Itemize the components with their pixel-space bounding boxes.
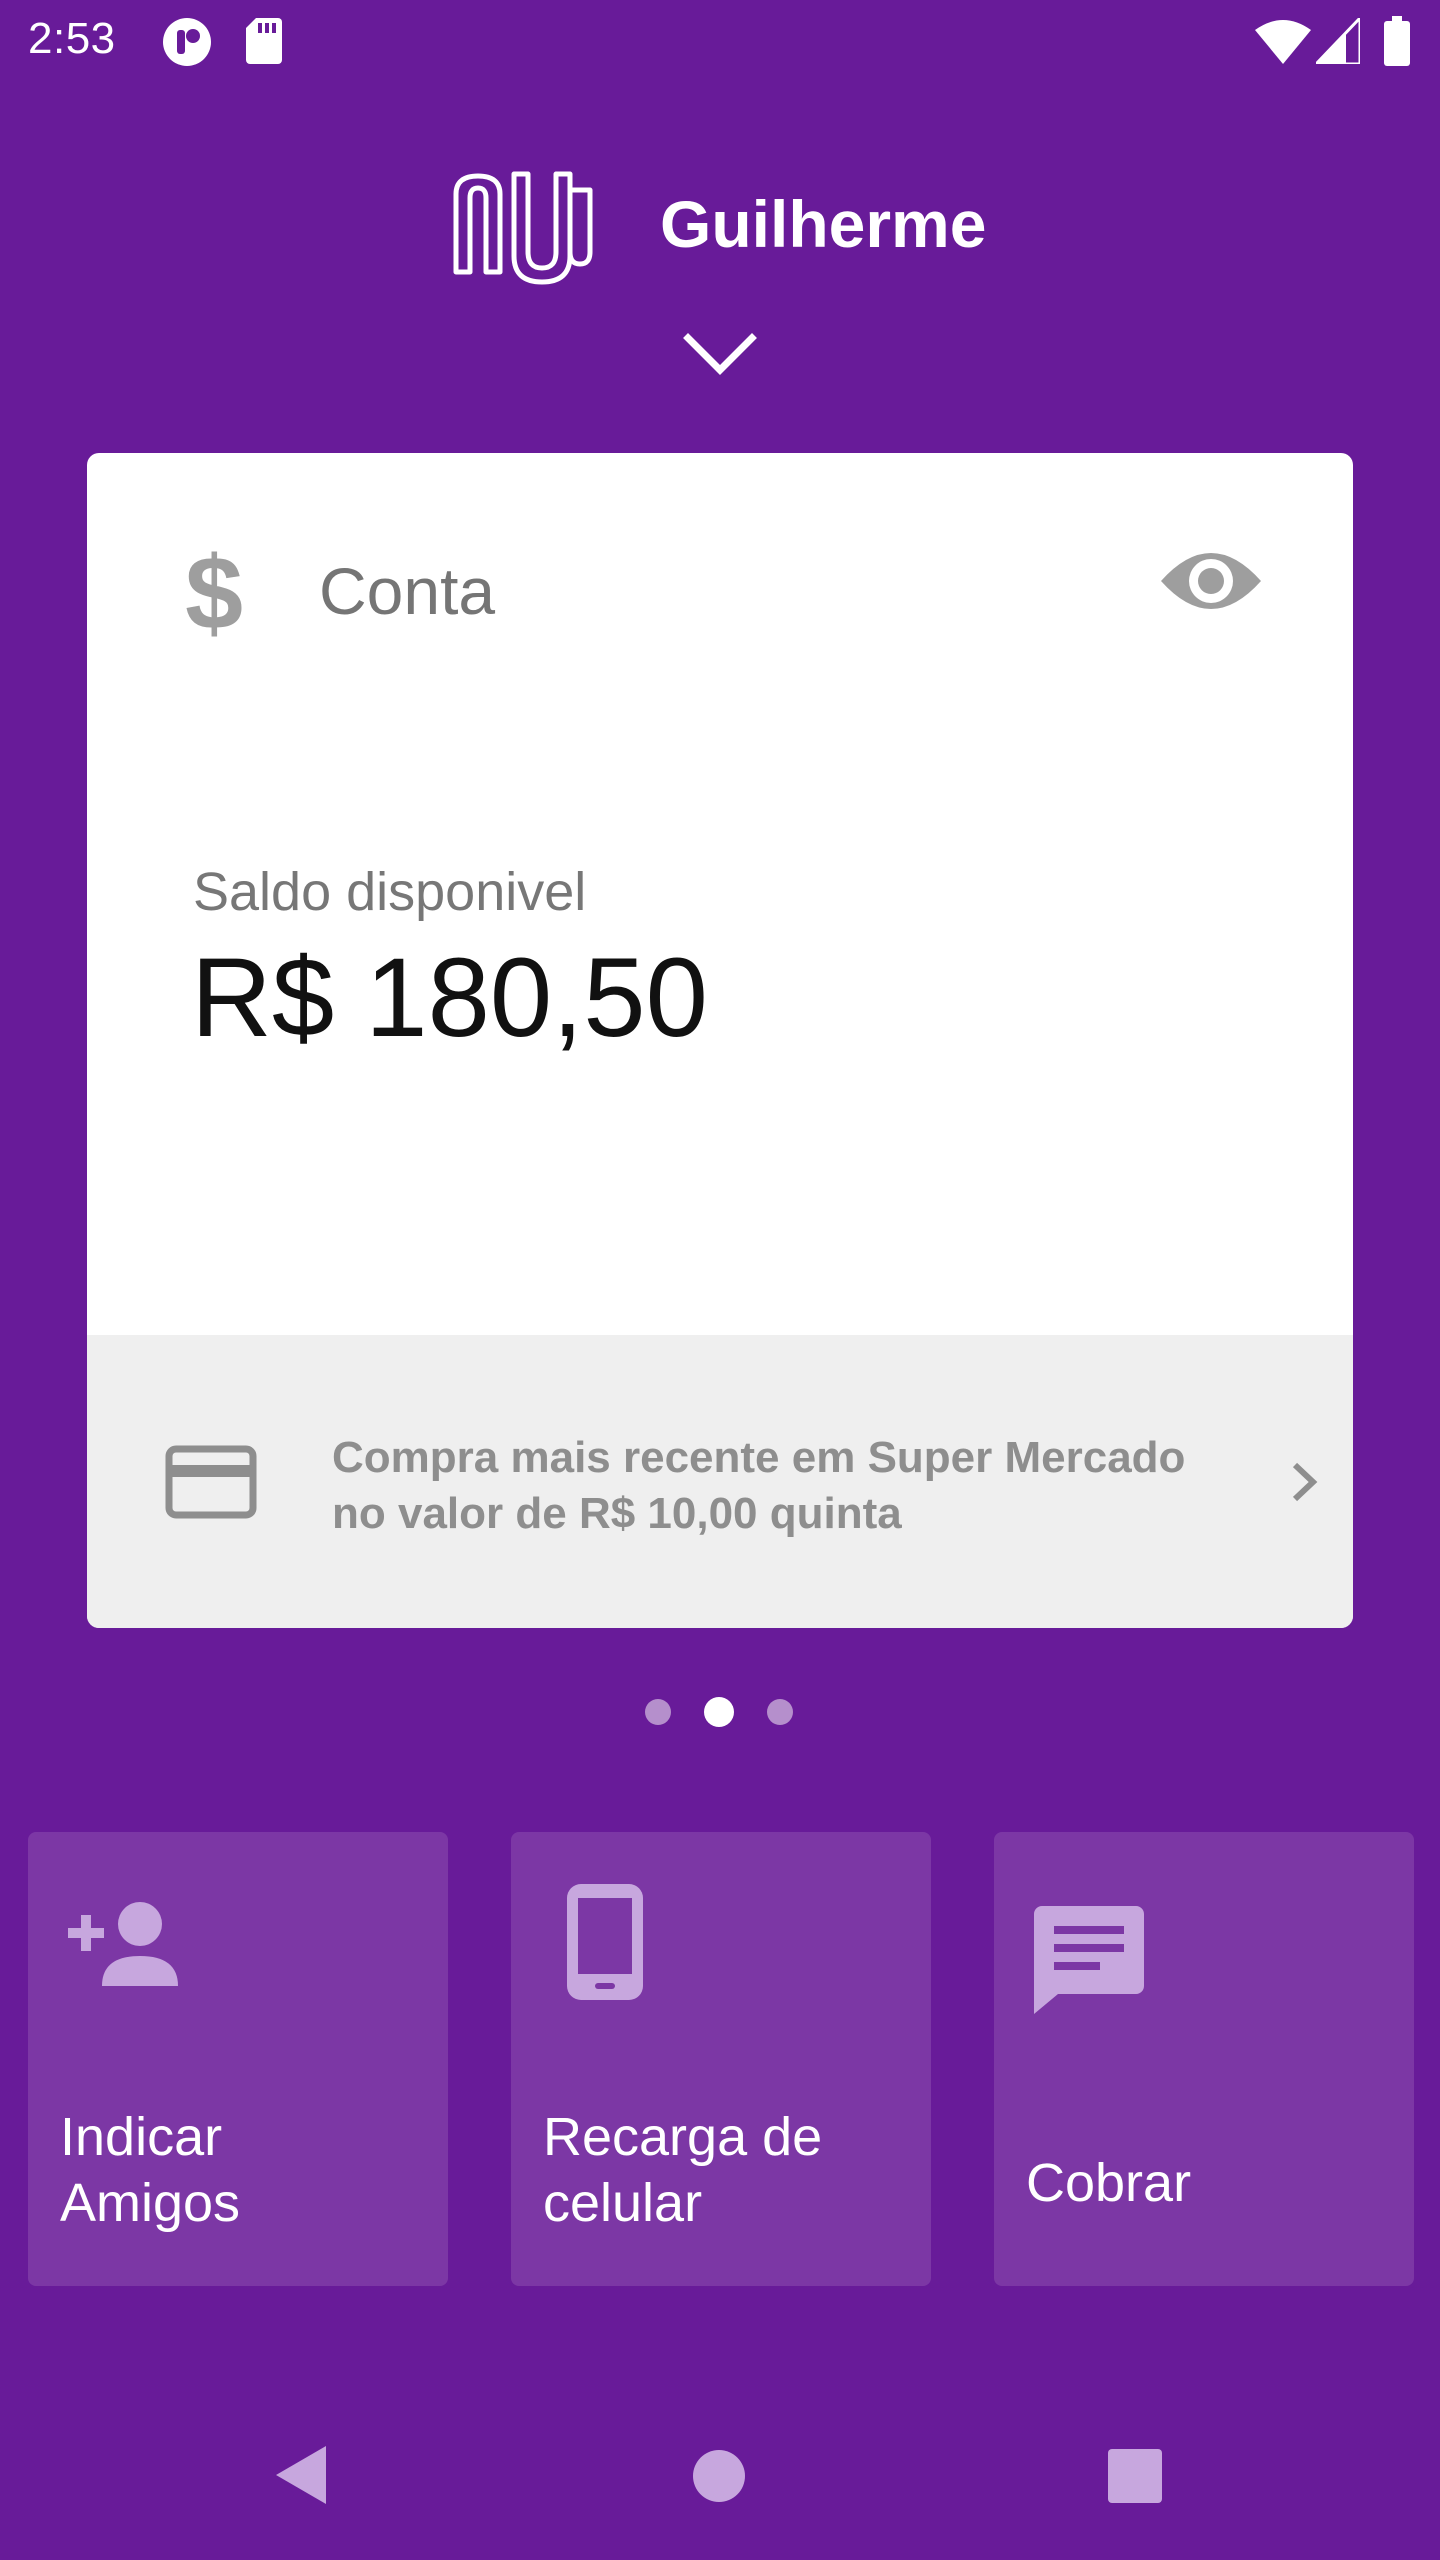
shortcut-label: Cobrar	[1026, 2153, 1192, 2213]
chevron-right-icon[interactable]	[1287, 1455, 1321, 1509]
message-icon	[1034, 1906, 1144, 2014]
header: Guilherme	[0, 150, 1440, 400]
pager-dot[interactable]	[645, 1699, 671, 1725]
shortcut-cobrar[interactable]: Cobrar	[994, 1832, 1414, 2286]
balance-value: R$ 180,50	[191, 935, 708, 1060]
shortcut-label: Indicar Amigos	[60, 2107, 241, 2233]
shortcut-indicar-amigos[interactable]: Indicar Amigos	[28, 1832, 448, 2286]
home-icon[interactable]	[693, 2450, 745, 2502]
user-name[interactable]: Guilherme	[660, 186, 986, 262]
pager-dot[interactable]	[767, 1699, 793, 1725]
sd-card-icon	[246, 18, 282, 64]
account-card[interactable]: $ Conta Saldo disponivel R$ 180,50 Compr…	[87, 453, 1353, 1628]
chevron-down-icon[interactable]	[680, 330, 760, 380]
battery-icon	[1384, 16, 1410, 66]
card-title: Conta	[319, 554, 496, 628]
eye-icon[interactable]	[1159, 541, 1263, 621]
balance-label: Saldo disponivel	[193, 862, 587, 922]
wifi-icon	[1255, 20, 1311, 64]
shortcut-label: Recarga de celular	[543, 2107, 823, 2233]
credit-card-icon	[165, 1445, 257, 1519]
card-body[interactable]: $ Conta Saldo disponivel R$ 180,50	[87, 453, 1353, 1335]
add-person-icon	[68, 1902, 178, 1986]
recent-purchase-line2: no valor de R$ 10,00 quinta	[332, 1489, 902, 1538]
status-time: 2:53	[28, 14, 116, 63]
dollar-icon: $	[185, 543, 243, 643]
back-icon[interactable]	[272, 2444, 332, 2506]
status-bar: 2:53	[0, 0, 1440, 84]
recent-purchase-text: Compra mais recente em Super Mercado no …	[332, 1430, 1232, 1542]
pager-dot-active[interactable]	[704, 1697, 734, 1727]
app-notification-icon	[163, 18, 211, 66]
recent-purchase-row[interactable]: Compra mais recente em Super Mercado no …	[87, 1335, 1353, 1628]
nubank-logo	[453, 171, 593, 285]
shortcut-recarga-celular[interactable]: Recarga de celular	[511, 1832, 931, 2286]
pager-dots	[640, 1697, 810, 1727]
signal-icon	[1316, 18, 1360, 64]
recents-icon[interactable]	[1108, 2449, 1162, 2503]
recent-purchase-line1: Compra mais recente em Super Mercado	[332, 1433, 1186, 1482]
svg-text:$: $	[185, 543, 243, 643]
phone-icon	[567, 1884, 643, 2000]
